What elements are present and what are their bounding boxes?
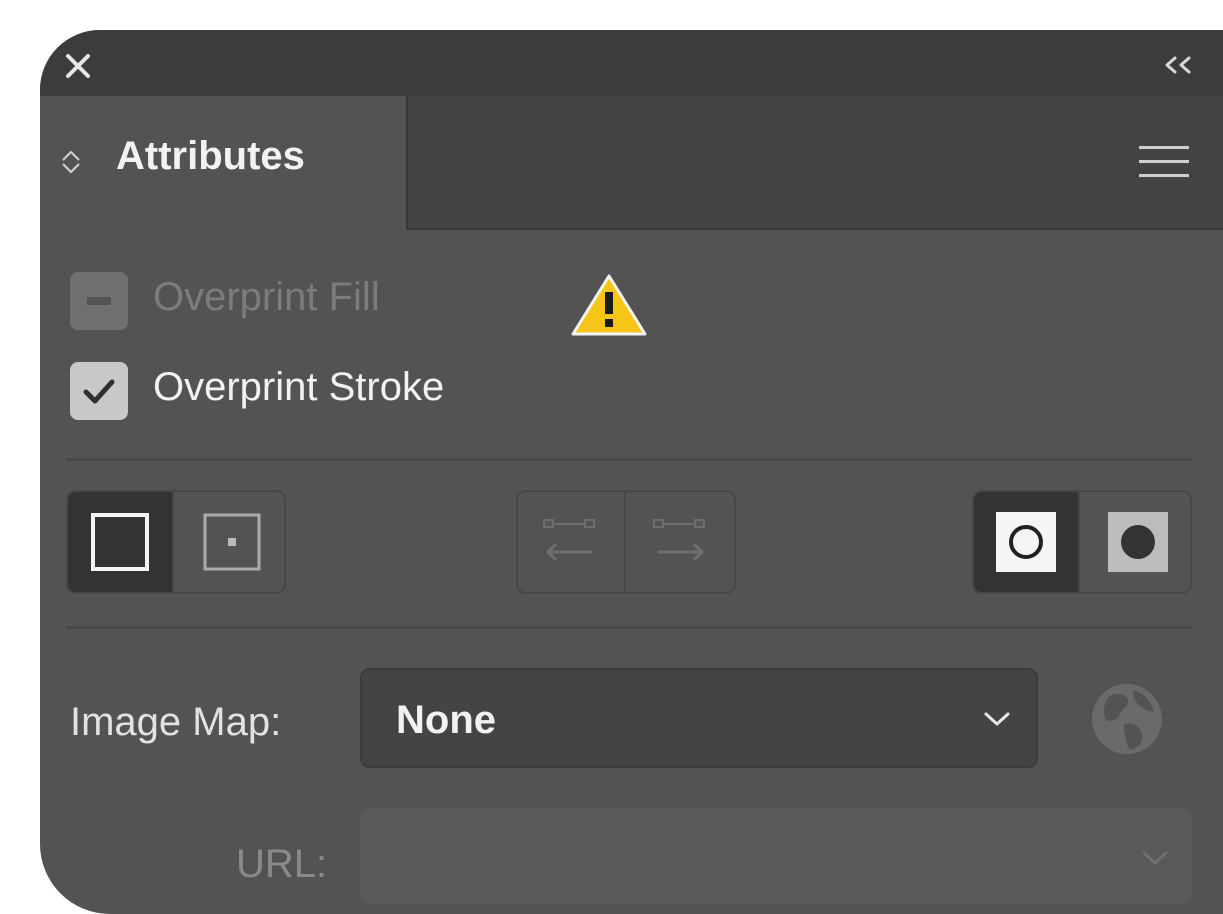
section-divider — [66, 458, 1192, 461]
double-chevron-left-icon[interactable] — [1161, 54, 1195, 76]
tab-attributes[interactable]: Attributes — [40, 96, 408, 230]
show-center-on-button[interactable] — [172, 492, 284, 592]
tab-strip: Attributes — [40, 96, 1223, 230]
overprint-stroke-checkbox[interactable] — [70, 362, 128, 420]
even-odd-fill-button[interactable] — [1078, 492, 1190, 592]
image-map-label: Image Map: — [70, 700, 282, 744]
image-map-dropdown[interactable]: None — [360, 668, 1038, 768]
show-center-segment — [66, 490, 286, 594]
close-icon[interactable] — [64, 52, 92, 80]
overprint-fill-checkbox[interactable] — [70, 272, 128, 330]
attributes-panel: Attributes Overprint Fill Overprint Stro… — [40, 30, 1223, 914]
reverse-path-direction-on-button[interactable] — [624, 492, 734, 592]
reverse-path-direction-on-icon — [653, 519, 705, 562]
warning-icon — [570, 272, 648, 338]
panel-title-bar — [40, 30, 1223, 96]
url-input[interactable] — [360, 808, 1130, 904]
non-zero-winding-fill-icon — [996, 512, 1056, 572]
chevron-down-icon — [1142, 851, 1168, 865]
section-divider — [66, 626, 1192, 629]
reverse-path-direction-off-icon — [543, 519, 595, 562]
image-map-value: None — [396, 698, 496, 742]
tab-title: Attributes — [116, 134, 305, 178]
globe-icon[interactable] — [1090, 682, 1164, 756]
reverse-path-direction-off-button[interactable] — [518, 492, 624, 592]
overprint-fill-label: Overprint Fill — [153, 275, 380, 319]
url-label: URL: — [236, 842, 328, 886]
overprint-stroke-label: Overprint Stroke — [153, 365, 445, 409]
even-odd-fill-icon — [1108, 512, 1168, 572]
chevron-down-icon — [984, 712, 1010, 726]
fill-rule-segment — [972, 490, 1192, 594]
show-center-on-icon — [203, 513, 261, 571]
reverse-direction-segment — [516, 490, 736, 594]
show-center-off-button[interactable] — [68, 492, 172, 592]
mixed-state-dash — [87, 297, 111, 305]
non-zero-winding-button[interactable] — [974, 492, 1078, 592]
tab-expand-arrows-icon[interactable] — [60, 149, 82, 175]
show-center-off-icon — [91, 513, 149, 571]
checkmark-icon — [83, 379, 115, 404]
hamburger-menu-icon[interactable] — [1139, 145, 1189, 179]
url-combobox[interactable] — [360, 808, 1192, 904]
